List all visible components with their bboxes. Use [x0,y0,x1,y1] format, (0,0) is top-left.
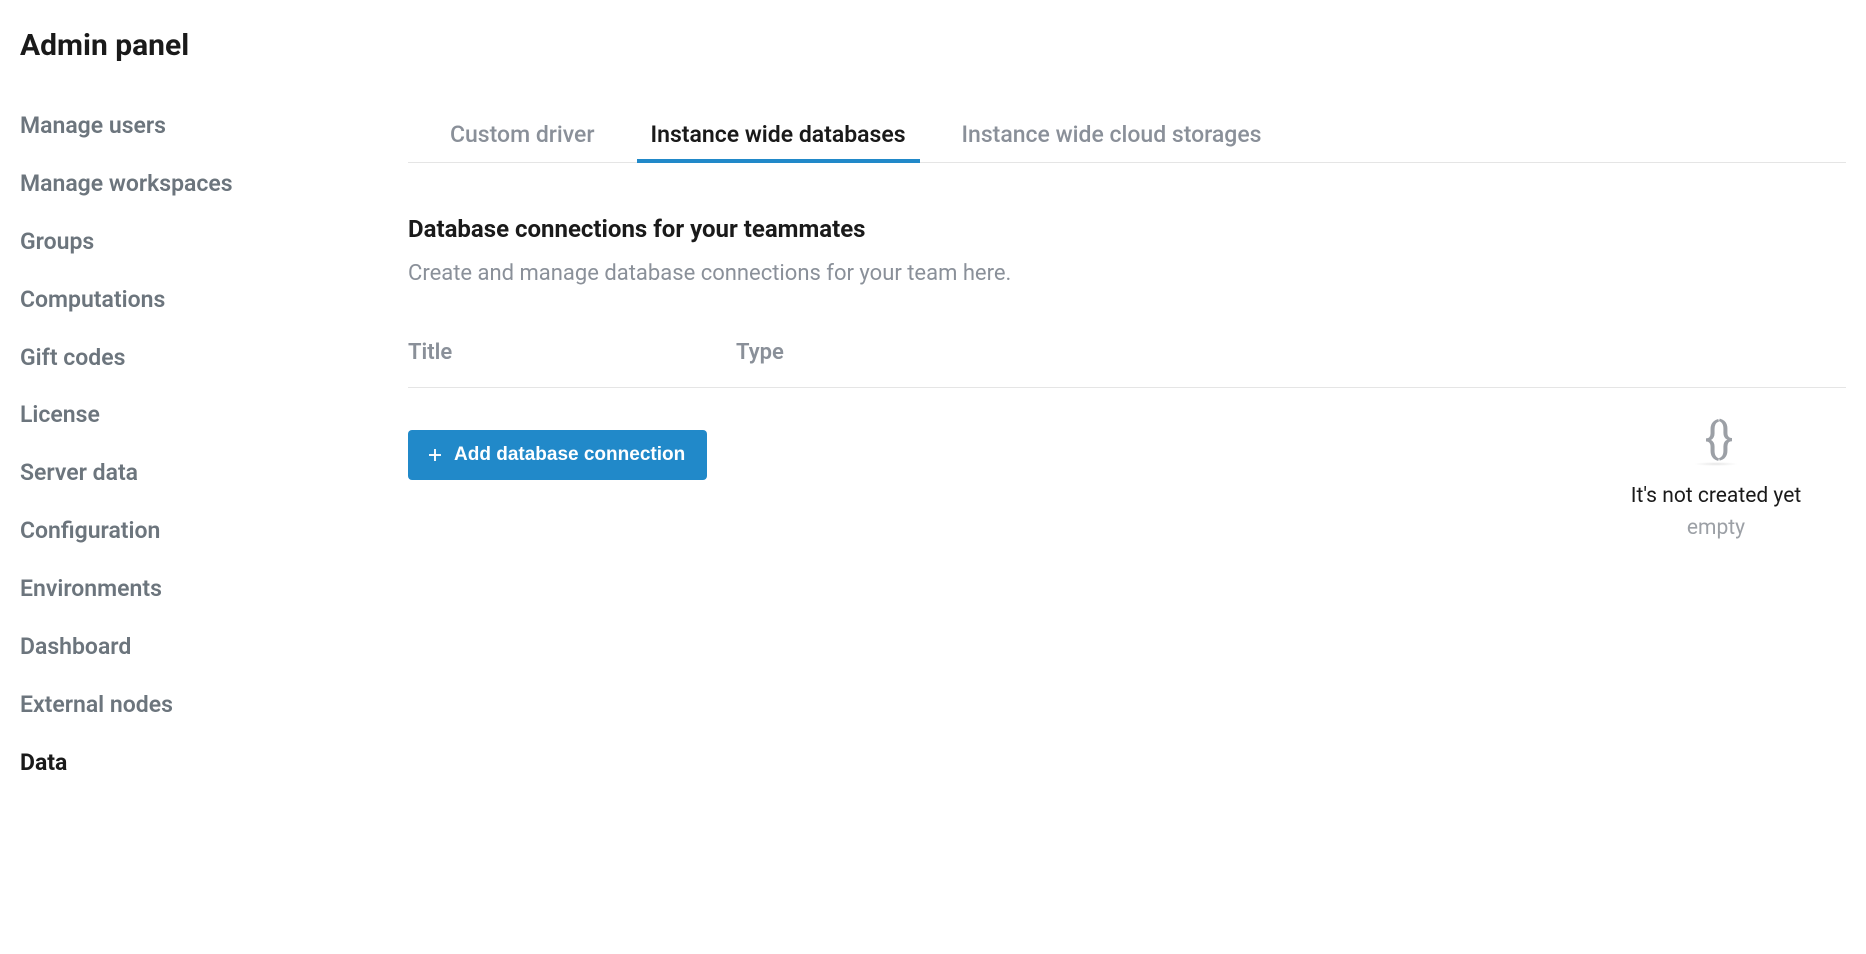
plus-icon [426,446,444,464]
sidebar-item-dashboard[interactable]: Dashboard [20,632,320,662]
tab-instance-wide-cloud-storages[interactable]: Instance wide cloud storages [962,111,1262,162]
sidebar-item-server-data[interactable]: Server data [20,458,320,488]
table-column-title: Title [408,340,736,365]
section-subtitle: Create and manage database connections f… [408,261,1846,286]
page-title: Admin panel [20,28,1846,63]
empty-state-title: It's not created yet [1631,484,1801,508]
empty-state-subtitle: empty [1687,516,1745,540]
sidebar-item-gift-codes[interactable]: Gift codes [20,343,320,373]
tab-instance-wide-databases[interactable]: Instance wide databases [651,111,906,162]
sidebar-item-license[interactable]: License [20,400,320,430]
table-header: Title Type [408,340,1846,388]
tab-custom-driver[interactable]: Custom driver [450,111,595,162]
sidebar-item-external-nodes[interactable]: External nodes [20,690,320,720]
table-column-type: Type [736,340,1846,365]
empty-state: { } It's not created yet empty [1586,416,1846,540]
sidebar-item-manage-users[interactable]: Manage users [20,111,320,141]
sidebar-item-computations[interactable]: Computations [20,285,320,315]
section-title: Database connections for your teammates [408,215,1846,243]
sidebar-item-environments[interactable]: Environments [20,574,320,604]
sidebar-item-data[interactable]: Data [20,748,320,778]
sidebar-item-groups[interactable]: Groups [20,227,320,257]
tabs: Custom driver Instance wide databases In… [408,111,1846,163]
sidebar-item-configuration[interactable]: Configuration [20,516,320,546]
sidebar: Manage users Manage workspaces Groups Co… [20,111,320,778]
braces-icon: { } [1694,416,1738,466]
main-content: Custom driver Instance wide databases In… [408,111,1846,778]
add-database-connection-button[interactable]: Add database connection [408,430,707,480]
sidebar-item-manage-workspaces[interactable]: Manage workspaces [20,169,320,199]
add-button-label: Add database connection [454,444,685,466]
